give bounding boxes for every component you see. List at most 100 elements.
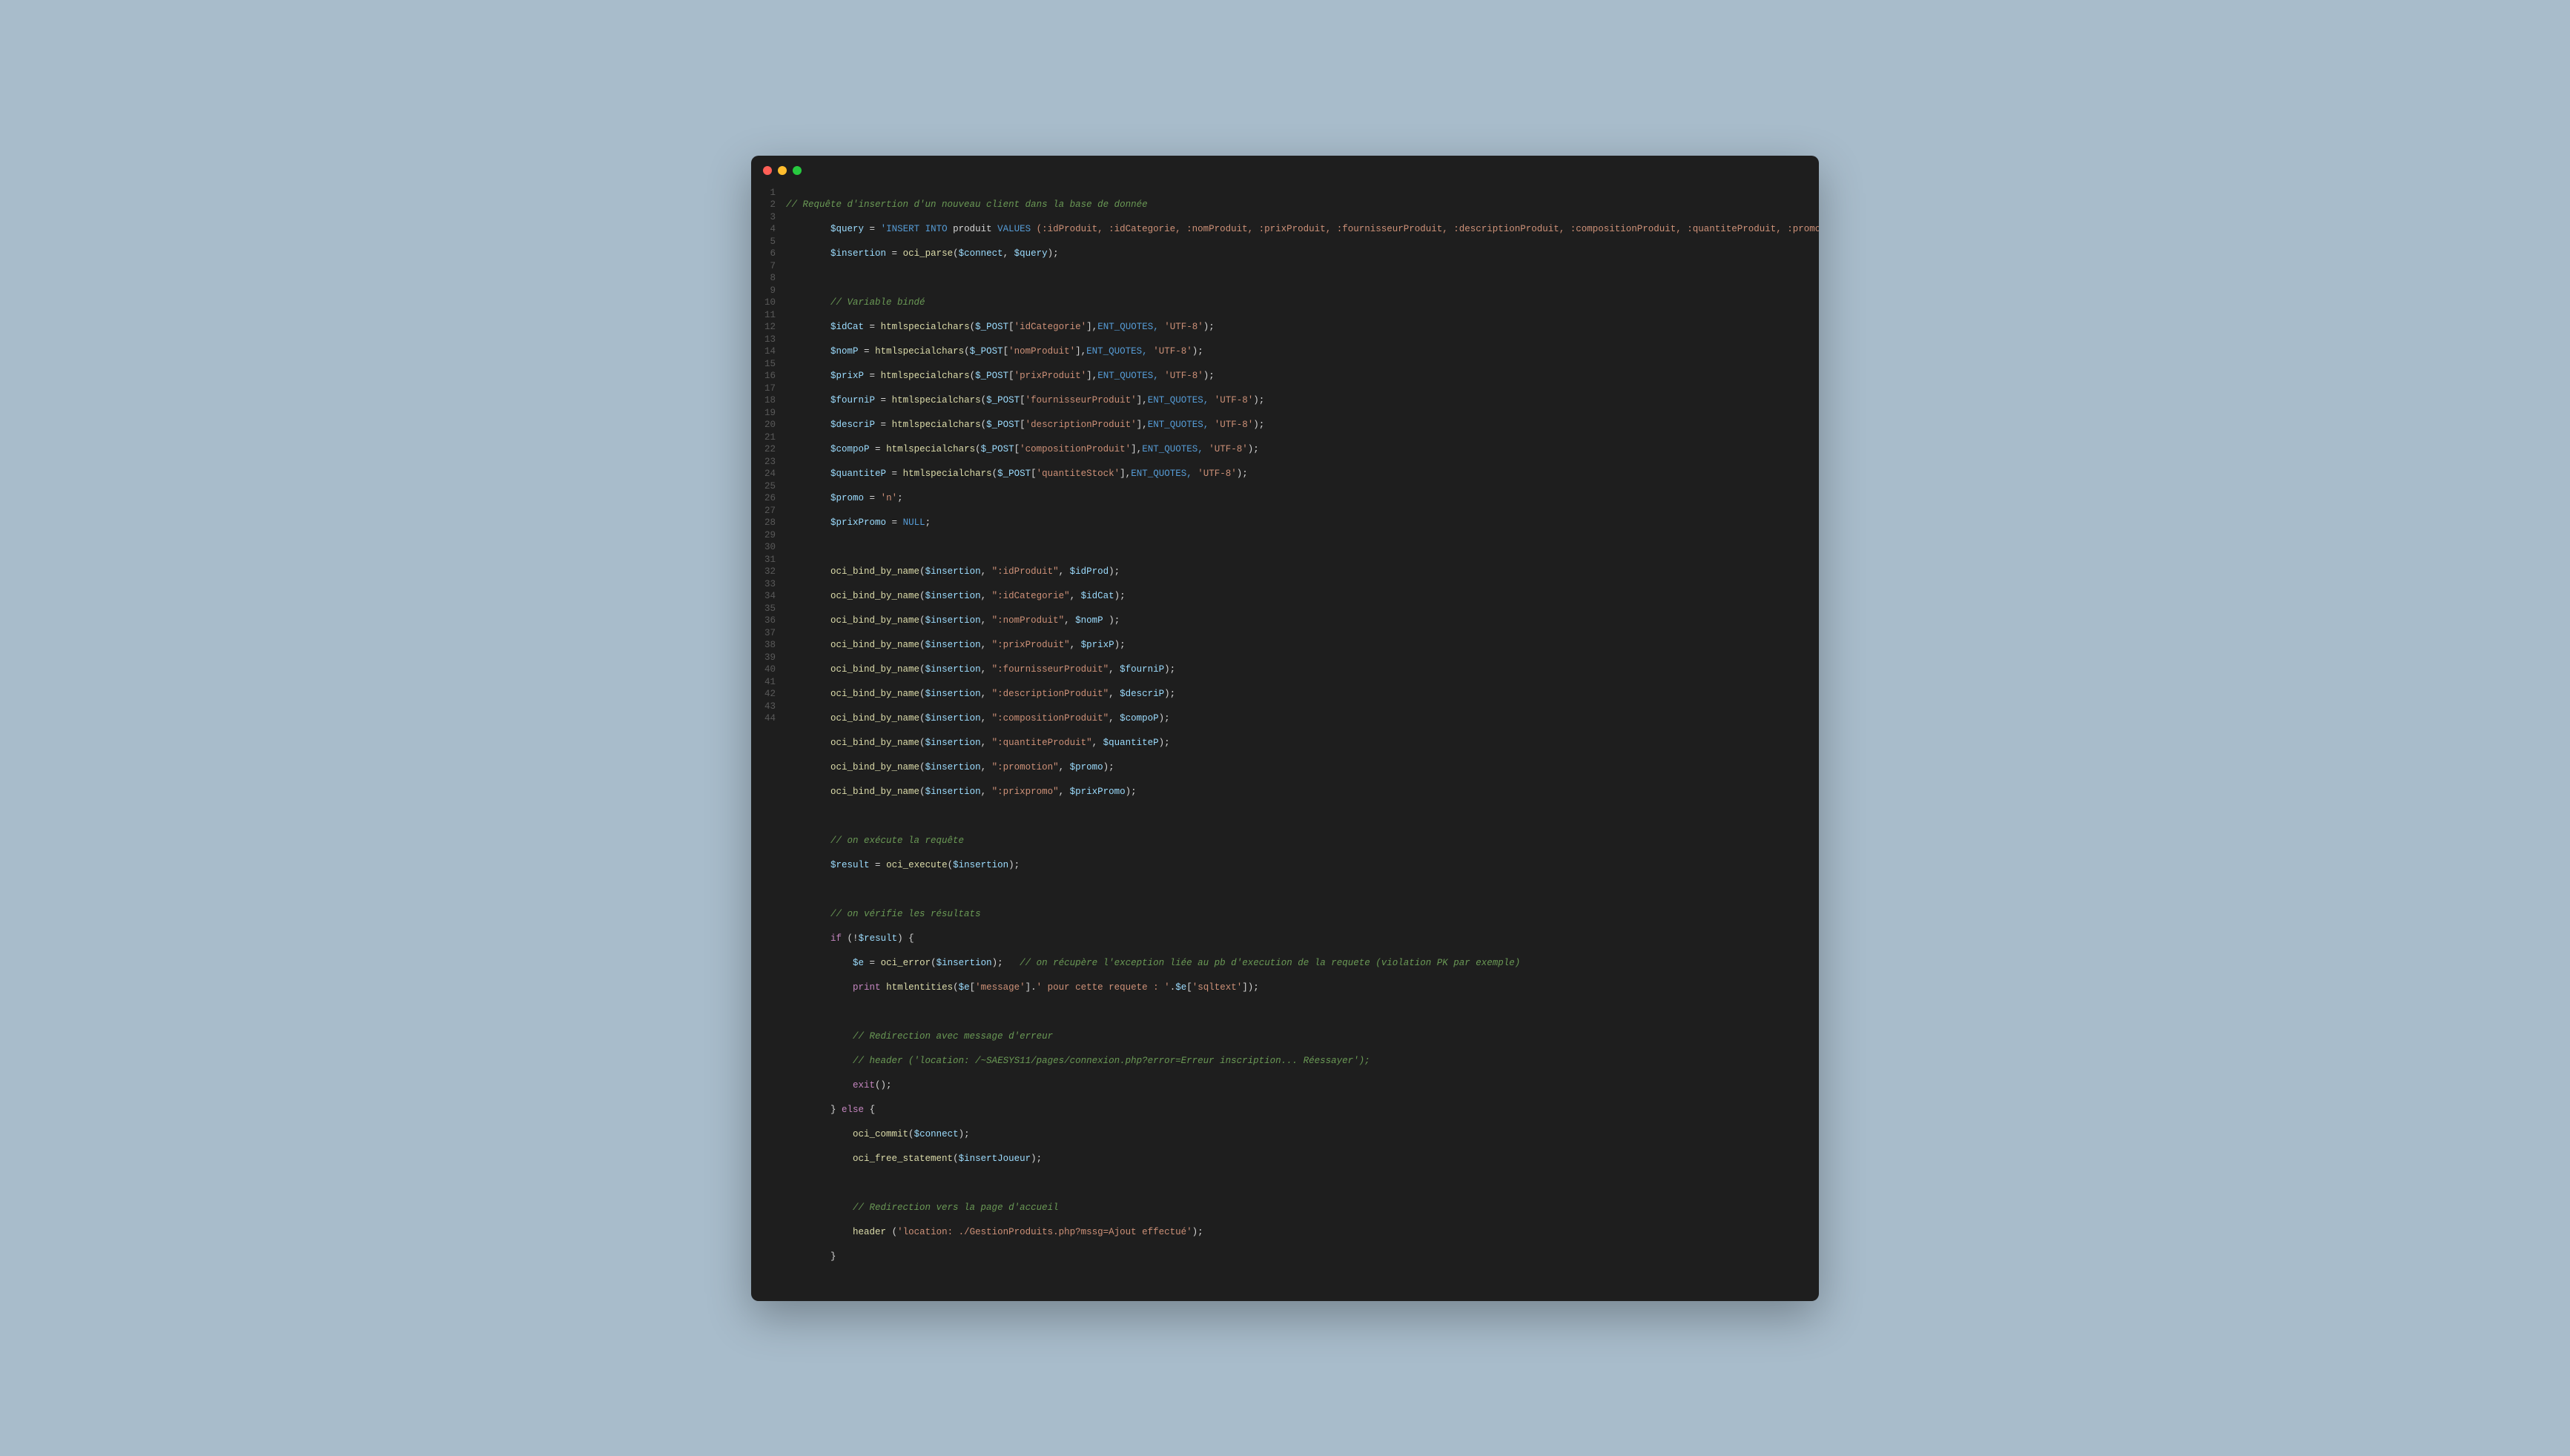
line-number: 11 xyxy=(764,309,776,322)
string: 'prixProduit' xyxy=(1014,371,1087,381)
function: htmlspecialchars xyxy=(881,322,970,332)
punct: [ xyxy=(970,982,976,993)
variable: $prixP xyxy=(1081,640,1114,650)
punct: , xyxy=(1109,664,1120,675)
variable: $compoP xyxy=(830,444,870,454)
close-icon[interactable] xyxy=(763,166,772,175)
punct: [ xyxy=(1020,420,1025,430)
line-number: 18 xyxy=(764,394,776,407)
comment: // Redirection vers la page d'accueil xyxy=(853,1202,1059,1213)
function: htmlspecialchars xyxy=(892,395,981,406)
punct: , xyxy=(1064,615,1075,626)
line-number: 32 xyxy=(764,566,776,578)
function: oci_free_statement xyxy=(853,1154,953,1164)
variable: $_POST xyxy=(981,444,1014,454)
punct: ); xyxy=(1203,371,1215,381)
sql-ident: produit xyxy=(948,224,998,234)
variable: $insertion xyxy=(925,615,981,626)
variable: $result xyxy=(830,860,870,870)
function: oci_bind_by_name xyxy=(830,615,919,626)
punct: (); xyxy=(875,1080,892,1091)
const: ENT_QUOTES, xyxy=(1131,469,1198,479)
comment: // header ('location: /~SAESYS11/pages/c… xyxy=(853,1056,1370,1066)
variable: $fourniP xyxy=(830,395,875,406)
keyword: if xyxy=(830,933,842,944)
operator: = xyxy=(886,469,903,479)
line-number: 14 xyxy=(764,345,776,358)
punct: ); xyxy=(1253,420,1264,430)
line-number: 1 xyxy=(764,187,776,199)
function: htmlspecialchars xyxy=(903,469,992,479)
variable: $insertion xyxy=(925,640,981,650)
string: ":idCategorie" xyxy=(992,591,1070,601)
comment: // Variable bindé xyxy=(830,297,925,308)
operator: = xyxy=(864,493,881,503)
operator: = xyxy=(864,322,881,332)
line-number: 6 xyxy=(764,248,776,260)
punct: , xyxy=(1070,640,1081,650)
string: 'UTF-8' xyxy=(1198,469,1237,479)
punct: [ xyxy=(1186,982,1192,993)
punct: , xyxy=(1059,762,1070,772)
function: oci_bind_by_name xyxy=(830,640,919,650)
operator: = xyxy=(859,346,876,357)
punct: ); xyxy=(1114,640,1126,650)
function: oci_bind_by_name xyxy=(830,738,919,748)
function: htmlentities xyxy=(886,982,953,993)
punct: ); xyxy=(1164,689,1175,699)
function: oci_execute xyxy=(886,860,948,870)
punct: , xyxy=(981,664,992,675)
punct: ( xyxy=(919,640,925,650)
variable: $idCat xyxy=(830,322,864,332)
punct: , xyxy=(1092,738,1103,748)
editor-window: 1234567891011121314151617181920212223242… xyxy=(751,156,1819,1301)
punct: ], xyxy=(1137,395,1148,406)
variable: $quantiteP xyxy=(1103,738,1159,748)
comment: // Requête d'insertion d'un nouveau clie… xyxy=(786,199,1148,210)
line-number: 21 xyxy=(764,431,776,444)
punct: ); xyxy=(1192,346,1203,357)
punct: ); xyxy=(1159,738,1170,748)
function: oci_bind_by_name xyxy=(830,591,919,601)
string: 'message' xyxy=(975,982,1025,993)
punct: ]. xyxy=(1025,982,1037,993)
variable: $e xyxy=(853,958,864,968)
string: 'UTF-8' xyxy=(1209,444,1248,454)
punct: ( xyxy=(964,346,970,357)
line-number: 37 xyxy=(764,627,776,640)
punct: ); xyxy=(1248,444,1259,454)
line-number: 22 xyxy=(764,443,776,456)
punct: ], xyxy=(1075,346,1086,357)
operator: = xyxy=(870,860,887,870)
variable: $_POST xyxy=(970,346,1003,357)
variable: $idProd xyxy=(1070,566,1109,577)
punct: ( xyxy=(919,615,925,626)
operator: = xyxy=(870,444,887,454)
punct: ); xyxy=(1103,762,1114,772)
punct: , xyxy=(981,689,992,699)
line-number: 15 xyxy=(764,358,776,371)
line-number: 24 xyxy=(764,468,776,480)
minimize-icon[interactable] xyxy=(778,166,787,175)
punct: ); xyxy=(1114,591,1126,601)
line-number-gutter: 1234567891011121314151617181920212223242… xyxy=(751,187,786,1288)
string: 'UTF-8' xyxy=(1164,322,1203,332)
code-content[interactable]: // Requête d'insertion d'un nouveau clie… xyxy=(786,187,1819,1288)
punct: ); xyxy=(1126,787,1137,797)
space xyxy=(1003,958,1020,968)
punct: ( xyxy=(975,444,981,454)
variable: $promo xyxy=(830,493,864,503)
variable: $insertion xyxy=(925,762,981,772)
line-number: 19 xyxy=(764,407,776,420)
string: 'quantiteStock' xyxy=(1037,469,1120,479)
variable: $insertion xyxy=(925,787,981,797)
punct: ]); xyxy=(1242,982,1259,993)
title-bar xyxy=(751,156,1819,182)
punct: ( xyxy=(919,738,925,748)
zoom-icon[interactable] xyxy=(793,166,802,175)
punct: ; xyxy=(897,493,903,503)
line-number: 12 xyxy=(764,321,776,334)
string: 'compositionProduit' xyxy=(1020,444,1131,454)
punct: ( xyxy=(919,591,925,601)
punct: ( xyxy=(919,787,925,797)
